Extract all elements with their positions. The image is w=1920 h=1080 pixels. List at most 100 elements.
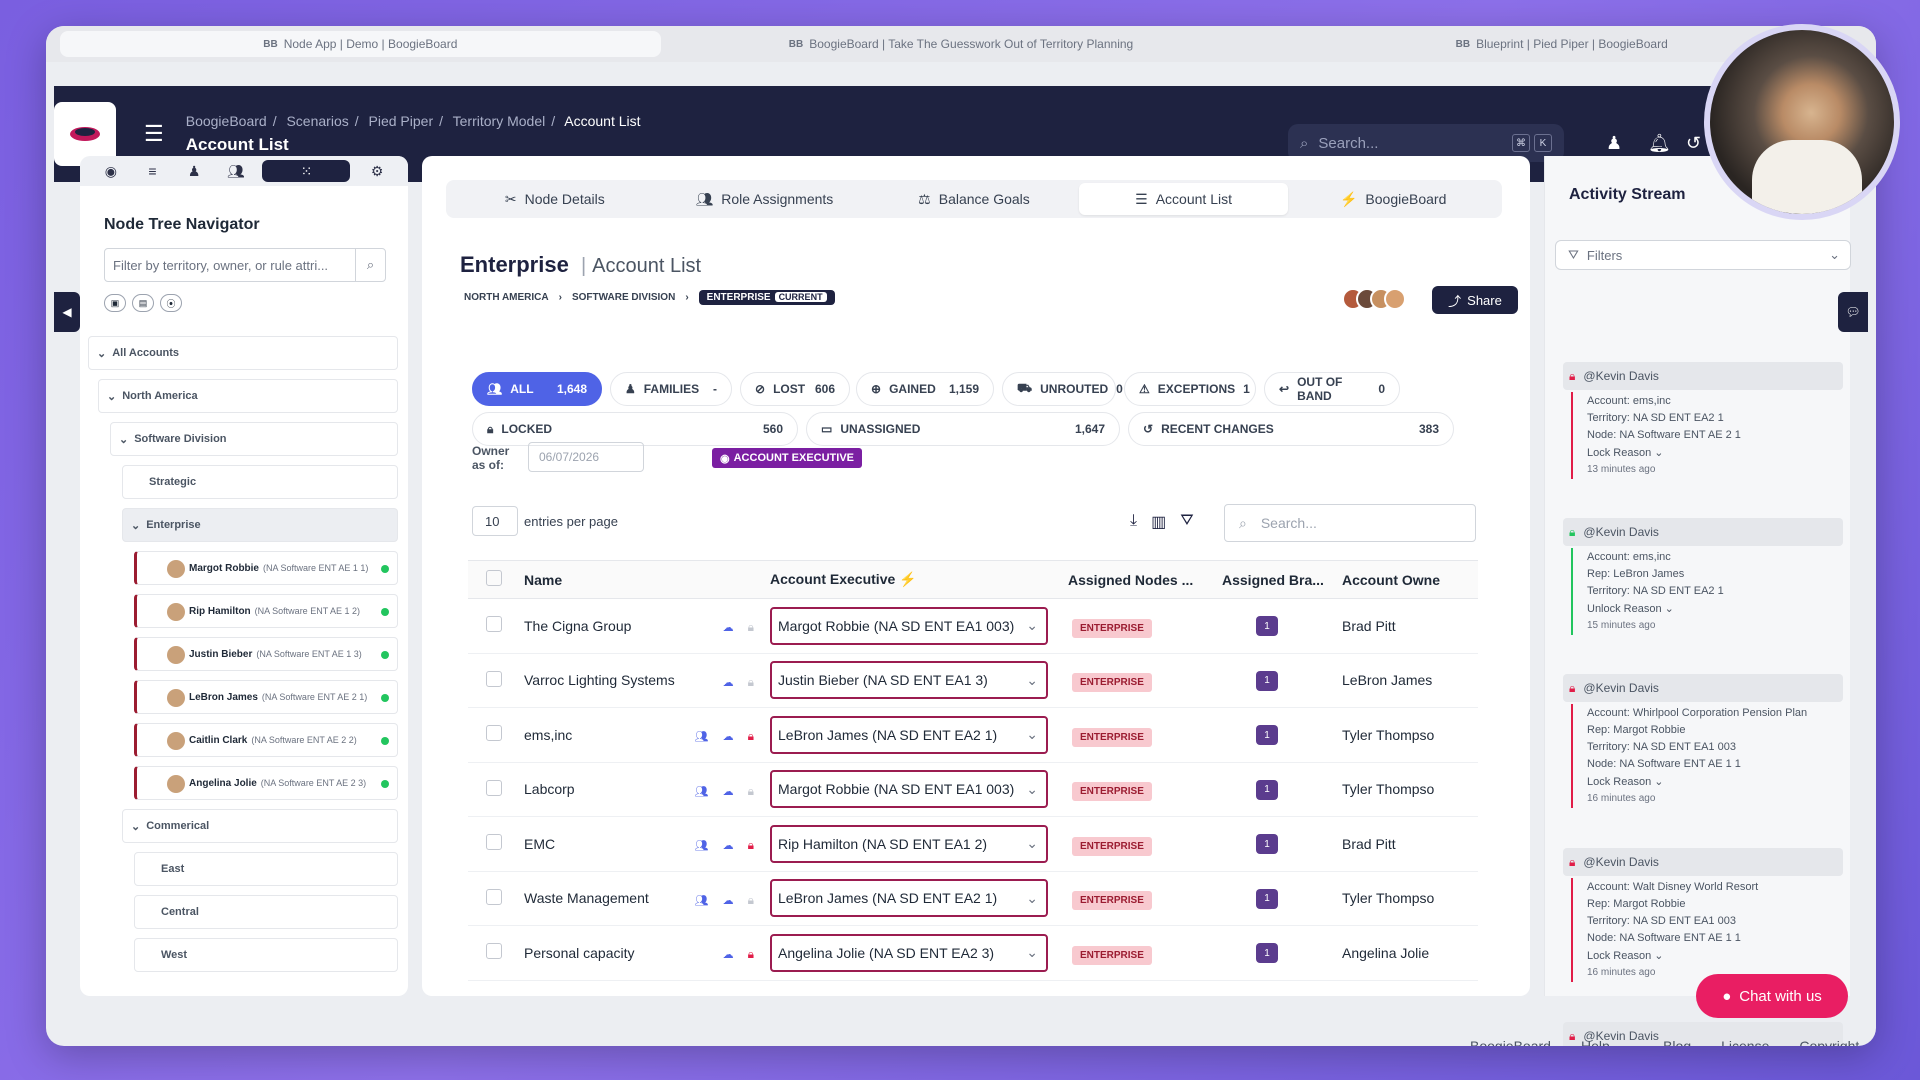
download-icon[interactable]: ⤓ (1130, 512, 1137, 532)
col-account-owner[interactable]: Account Owne (1336, 560, 1478, 599)
account-executive-select[interactable]: LeBron James (NA SD ENT EA2 1) ⌄ (770, 715, 1048, 754)
tree-node-north-america[interactable]: ⌄ North America (98, 379, 398, 413)
filter-out-of-band[interactable]: ↩ OUT OF BAND 0 (1264, 372, 1400, 406)
unlock-icon[interactable]: 🔒︎ (748, 620, 754, 634)
activity-filters-select[interactable]: ⛛ Filters ⌄ (1555, 240, 1851, 270)
path-north-america[interactable]: NORTH AMERICA (464, 292, 549, 303)
chat-with-us-button[interactable]: ● Chat with us (1696, 974, 1848, 1018)
row-checkbox[interactable] (486, 670, 502, 687)
account-name[interactable]: Varroc Lighting Systems (524, 672, 675, 688)
col-assigned-branch[interactable]: Assigned Bra... (1216, 560, 1336, 599)
tree-node-commerical[interactable]: ⌄ Commerical (122, 809, 398, 843)
activity-card[interactable]: 🔒︎ @Kevin Davis Account: ems,inc Territory:… (1563, 362, 1843, 479)
hamburger-menu-icon[interactable]: ☰ (144, 121, 164, 147)
row-checkbox[interactable] (486, 834, 502, 851)
filter-recent-changes[interactable]: ↺ RECENT CHANGES 383 (1128, 412, 1454, 446)
table-row[interactable]: Personal capacity ☁ 🔒︎ Angelina Jolie (NA S… (468, 925, 1478, 981)
activity-card[interactable]: 🔒︎ @Kevin Davis Account: Walt Disney World… (1563, 848, 1843, 982)
account-executive-select[interactable]: Justin Bieber (NA SD ENT EA1 3) ⌄ (770, 661, 1048, 700)
row-checkbox[interactable] (486, 943, 502, 960)
col-name[interactable]: Name (518, 560, 764, 599)
user-tie-icon[interactable]: ♟ (179, 160, 209, 182)
lock-icon[interactable]: 🔒︎ (748, 729, 754, 743)
filter-gained[interactable]: ⊕ GAINED 1,159 (856, 372, 994, 406)
select-all-checkbox[interactable] (486, 570, 502, 586)
salesforce-icon[interactable]: ☁ (723, 786, 734, 798)
tree-node-enterprise[interactable]: ⌄ Enterprise (122, 508, 398, 542)
account-name[interactable]: EMC (524, 836, 555, 852)
collaborator-avatars[interactable] (1342, 288, 1420, 310)
account-executive-select[interactable]: Angelina Jolie (NA SD ENT EA2 3) ⌄ (770, 933, 1048, 972)
salesforce-icon[interactable]: ☁ (723, 895, 734, 907)
lock-icon[interactable]: 🔒︎ (748, 838, 754, 852)
account-name[interactable]: Personal capacity (524, 945, 635, 961)
territory-toggle-icon[interactable]: ▣ (104, 294, 126, 312)
row-checkbox[interactable] (486, 888, 502, 905)
tree-node-software-division[interactable]: ⌄ Software Division (110, 422, 398, 456)
col-account-executive[interactable]: Account Executive ⚡ (764, 560, 1062, 599)
table-row[interactable]: ems,inc 👥︎ ☁ 🔒︎ LeBron James (NA SD ENT EA2 … (468, 707, 1478, 763)
breadcrumb-item-scenarios[interactable]: Scenarios (286, 113, 348, 129)
browser-tab-boogieboard[interactable]: BB BoogieBoard | Take The Guesswork Out o… (661, 31, 1262, 57)
breadcrumb-item-territory-model[interactable]: Territory Model (453, 113, 546, 129)
salesforce-icon[interactable]: ☁ (723, 840, 734, 852)
family-icon[interactable]: 👥︎ (695, 786, 709, 798)
filter-exceptions[interactable]: ⚠ EXCEPTIONS 1 (1124, 372, 1256, 406)
filter-lost[interactable]: ⊘ LOST 606 (740, 372, 850, 406)
table-row[interactable]: Labcorp 👥︎ ☁ 🔒︎ Margot Robbie (NA SD ENT EA1… (468, 762, 1478, 817)
table-row[interactable]: The Cigna Group ☁ 🔒︎ Margot Robbie (NA SD E… (468, 598, 1478, 654)
breadcrumb-item-pied-piper[interactable]: Pied Piper (369, 113, 434, 129)
activity-card[interactable]: 🔒︎ @Kevin Davis Account: ems,inc Rep: LeBro… (1563, 518, 1843, 635)
collapse-sidebar-button[interactable]: ◀ (54, 292, 80, 332)
browser-tab-node-app[interactable]: BB Node App | Demo | BoogieBoard (60, 31, 661, 57)
account-toggle-icon[interactable]: ▤ (132, 294, 154, 312)
dashboard-icon[interactable]: ◉ (96, 160, 126, 182)
tab-account-list[interactable]: ☰ Account List (1078, 183, 1289, 215)
user-tie-icon[interactable]: ♟ (1606, 133, 1622, 154)
family-icon[interactable]: 👥︎ (695, 895, 709, 907)
tree-person-margot-robbie[interactable]: Margot Robbie (NA Software ENT AE 1 1) (134, 551, 398, 585)
table-row[interactable]: EMC 👥︎ ☁ 🔒︎ Rip Hamilton (NA SD ENT EA1 2) ⌄ E… (468, 816, 1478, 872)
history-icon[interactable]: ↺ (1686, 133, 1701, 154)
tree-person-caitlin-clark[interactable]: Caitlin Clark (NA Software ENT AE 2 2) (134, 723, 398, 757)
account-executive-select[interactable]: LeBron James (NA SD ENT EA2 1) ⌄ (770, 879, 1048, 918)
search-icon[interactable]: ⌕ (355, 249, 385, 281)
select-all-header[interactable] (468, 560, 518, 599)
row-checkbox[interactable] (486, 616, 502, 633)
tab-boogieboard[interactable]: ⚡ BoogieBoard (1288, 183, 1498, 215)
tree-node-all-accounts[interactable]: ⌄ All Accounts (88, 336, 398, 370)
table-row[interactable]: Waste Management 👥︎ ☁ 🔒︎ LeBron James (NA SD… (468, 871, 1478, 926)
chat-panel-toggle[interactable]: 💬︎ (1838, 292, 1868, 332)
share-button[interactable]: ⤴ Share (1432, 286, 1518, 314)
list-icon[interactable]: ≡ (137, 160, 167, 182)
salesforce-icon[interactable]: ☁ (723, 622, 734, 634)
family-icon[interactable]: 👥︎ (695, 840, 709, 852)
tree-node-central[interactable]: Central (134, 895, 398, 929)
tree-filter-input[interactable]: Filter by territory, owner, or rule attr… (104, 248, 386, 282)
account-executive-select[interactable]: Rip Hamilton (NA SD ENT EA1 2) ⌄ (770, 824, 1048, 863)
filter-unrouted[interactable]: ⛟ UNROUTED 0 (1002, 372, 1123, 406)
filter-unassigned[interactable]: ▭ UNASSIGNED 1,647 (806, 412, 1120, 446)
unlock-icon[interactable]: 🔒︎ (748, 784, 754, 798)
tree-node-west[interactable]: West (134, 938, 398, 972)
row-checkbox[interactable] (486, 725, 502, 742)
filter-icon[interactable]: ⛛ (1180, 512, 1193, 532)
tab-node-details[interactable]: ✂ Node Details (450, 183, 660, 215)
columns-icon[interactable]: ▥ (1151, 512, 1166, 532)
footer-link-help-desk[interactable]: Help Desk (1581, 1038, 1633, 1046)
footer-link-boogieboard[interactable]: BoogieBoard (1470, 1038, 1551, 1046)
table-search-input[interactable]: ⌕ Search... (1224, 504, 1476, 542)
unlock-icon[interactable]: 🔒︎ (748, 893, 754, 907)
account-name[interactable]: The Cigna Group (524, 618, 631, 634)
salesforce-icon[interactable]: ☁ (723, 949, 734, 961)
col-assigned-nodes[interactable]: Assigned Nodes ... (1062, 560, 1216, 599)
tree-person-justin-bieber[interactable]: Justin Bieber (NA Software ENT AE 1 3) (134, 637, 398, 671)
bell-icon[interactable]: 🔔︎ (1648, 133, 1671, 154)
tree-node-strategic[interactable]: Strategic (122, 465, 398, 499)
account-name[interactable]: Labcorp (524, 781, 575, 797)
breadcrumb-item-boogieboard[interactable]: BoogieBoard (186, 113, 267, 129)
tree-icon[interactable]: ⁙ (262, 160, 351, 182)
tab-balance-goals[interactable]: ⚖ Balance Goals (869, 183, 1079, 215)
lock-icon[interactable]: 🔒︎ (748, 947, 754, 961)
table-row[interactable]: Varroc Lighting Systems ☁ 🔒︎ Justin Bieber … (468, 653, 1478, 708)
